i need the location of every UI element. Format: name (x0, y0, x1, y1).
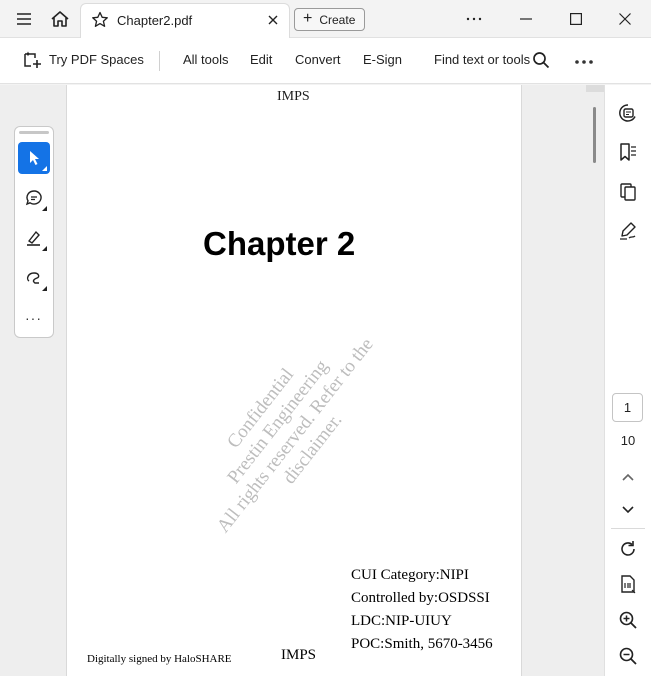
cursor-icon (30, 151, 39, 165)
create-button[interactable]: + Create (294, 8, 365, 31)
cui-block: CUI Category:NIPI Controlled by:OSDSSI L… (351, 564, 493, 656)
close-tab-icon[interactable] (263, 10, 283, 30)
fill-sign-icon[interactable] (617, 220, 639, 242)
cui-line: POC:Smith, 5670-3456 (351, 636, 493, 652)
page-total: 10 (620, 433, 636, 448)
select-tool-button[interactable] (18, 142, 50, 174)
main-toolbar: Try PDF Spaces All tools Edit Convert E-… (0, 38, 651, 84)
toolbar-divider (159, 51, 160, 71)
chapter-title: Chapter 2 (203, 225, 356, 262)
minimize-icon[interactable] (512, 8, 540, 30)
ai-assistant-icon[interactable] (617, 102, 639, 124)
page-header: IMPS (277, 89, 310, 104)
freehand-icon (26, 272, 40, 284)
chevron-down-icon[interactable] (617, 499, 639, 521)
digital-signature-note: Digitally signed by HaloSHARE (87, 653, 232, 665)
more-tools-icon[interactable]: ··· (25, 310, 42, 326)
pdf-spaces-icon[interactable] (22, 50, 42, 75)
quick-tools-rail: ··· (14, 126, 54, 338)
home-icon[interactable] (48, 8, 72, 30)
convert-button[interactable]: Convert (295, 52, 341, 67)
page-size-icon[interactable] (617, 573, 639, 595)
scrollbar-thumb[interactable] (593, 107, 596, 163)
highlighter-icon (27, 230, 40, 246)
scroll-up-arrow[interactable] (586, 85, 604, 92)
page-number-input[interactable]: 1 (612, 393, 643, 422)
all-tools-button[interactable]: All tools (183, 52, 229, 67)
edit-button[interactable]: Edit (250, 52, 272, 67)
cui-line: Controlled by:OSDSSI (351, 590, 490, 606)
pages-icon[interactable] (617, 181, 639, 203)
more-options-icon[interactable] (460, 8, 488, 30)
right-panel: 1 10 (604, 85, 651, 676)
close-window-icon[interactable] (611, 8, 639, 30)
comment-tool-button[interactable] (18, 182, 50, 214)
hamburger-menu-icon[interactable] (12, 8, 36, 30)
title-bar: Chapter2.pdf + Create (0, 0, 651, 38)
comment-icon (25, 190, 42, 206)
watermark: Confidential Prestin Engineering All rig… (160, 284, 414, 575)
rail-drag-handle[interactable] (19, 131, 49, 134)
cui-line: LDC:NIP-UIUY (351, 613, 452, 629)
try-pdf-spaces-button[interactable]: Try PDF Spaces (49, 52, 144, 67)
cui-line: CUI Category:NIPI (351, 567, 469, 583)
chevron-up-icon[interactable] (617, 466, 639, 488)
draw-tool-button[interactable] (18, 262, 50, 294)
find-text-or-tools-input[interactable]: Find text or tools (434, 52, 530, 67)
zoom-in-icon[interactable] (617, 609, 639, 631)
highlight-tool-button[interactable] (18, 222, 50, 254)
create-label: Create (319, 12, 356, 27)
toolbar-more-icon[interactable] (574, 52, 594, 70)
bookmark-icon[interactable] (617, 141, 639, 163)
esign-button[interactable]: E-Sign (363, 52, 402, 67)
maximize-icon[interactable] (562, 8, 590, 30)
panel-divider (611, 528, 645, 529)
search-icon[interactable] (532, 51, 550, 74)
page-footer: IMPS (281, 647, 317, 663)
pdf-page[interactable]: IMPS Chapter 2 Confidential Prestin Engi… (66, 85, 522, 676)
plus-icon: + (303, 10, 313, 27)
document-tab[interactable]: Chapter2.pdf (80, 3, 290, 38)
tab-title: Chapter2.pdf (117, 13, 193, 28)
rotate-icon[interactable] (617, 538, 639, 560)
vertical-scrollbar[interactable] (586, 85, 604, 676)
zoom-out-icon[interactable] (617, 645, 639, 667)
star-icon[interactable] (91, 11, 109, 34)
